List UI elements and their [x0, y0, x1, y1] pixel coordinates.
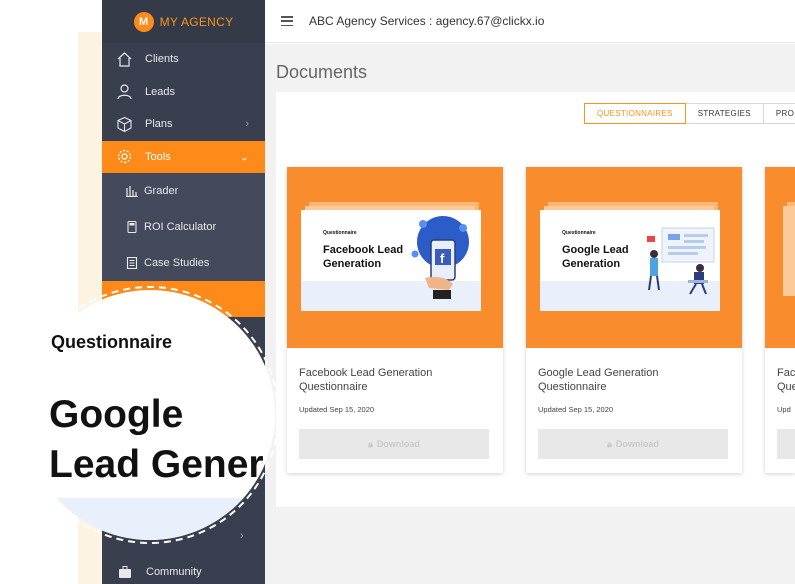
brand-name-suffix: AGENCY	[180, 14, 234, 29]
thumbnail-document: Questionnaire Google Lead Generation	[540, 210, 720, 311]
sidebar-item-label: Community	[146, 566, 202, 578]
download-label: Download	[615, 439, 659, 449]
brand-logo-icon: M	[133, 11, 154, 32]
brand-name: MY AGENCY	[160, 15, 234, 29]
card-title: Facebook Lead Generation Questionnaire	[299, 367, 433, 393]
sidebar-subitem-roi-calculator[interactable]: ROI Calculator	[102, 209, 265, 245]
tab-questionnaires[interactable]: QUESTIONNAIRES	[584, 103, 686, 124]
card-title: Google Lead Generation Questionnaire	[538, 367, 659, 393]
facebook-phone-icon: f	[411, 216, 469, 299]
card-updated-date: Upd	[777, 405, 791, 414]
thumbnail-kicker: Questionnaire	[323, 230, 357, 236]
brand-name-prefix: MY	[159, 14, 178, 29]
card-updated-date: Updated Sep 15, 2020	[538, 405, 614, 414]
card-title: Fac Que	[777, 367, 795, 393]
documents-panel: QUESTIONNAIRES STRATEGIES PRO Questionna…	[276, 92, 795, 507]
document-card[interactable]: Fac Que Upd	[765, 167, 795, 473]
sidebar-subitem-grader[interactable]: Grader	[102, 173, 265, 209]
document-tabs: QUESTIONNAIRES STRATEGIES PRO	[584, 103, 795, 124]
sidebar-item-community[interactable]: Community	[102, 560, 265, 584]
main-content: Documents QUESTIONNAIRES STRATEGIES PRO …	[265, 44, 795, 584]
download-button[interactable]: 🔒︎ Download	[299, 429, 489, 459]
sidebar-item-label: Plans	[145, 118, 173, 131]
briefcase-icon	[118, 565, 132, 579]
thumbnail-document: Questionnaire Facebook Lead Generation f	[301, 210, 481, 311]
bar-chart-icon	[126, 185, 138, 197]
gear-icon	[116, 148, 133, 165]
user-icon	[116, 83, 133, 100]
sidebar-item-label: Leads	[145, 85, 175, 98]
sidebar-subitem-label: Grader	[144, 185, 179, 197]
brand[interactable]: M MY AGENCY	[102, 0, 265, 43]
sidebar-item-plans[interactable]: Plans ›	[102, 108, 265, 141]
magnifier-overlay: Questionnaire Google Lead Gener	[0, 260, 300, 560]
sidebar-subitem-label: ROI Calculator	[144, 221, 217, 233]
calculator-icon	[126, 221, 138, 233]
svg-text:f: f	[440, 251, 445, 266]
card-thumbnail: Questionnaire Facebook Lead Generation f	[287, 167, 503, 348]
card-updated-date: Updated Sep 15, 2020	[299, 405, 375, 414]
tab-strategies[interactable]: STRATEGIES	[684, 103, 764, 124]
magnifier-dashed-ring	[21, 286, 279, 544]
document-card[interactable]: Questionnaire Facebook Lead Generation f	[287, 167, 503, 473]
card-thumbnail	[765, 167, 795, 348]
sidebar-item-tools[interactable]: Tools ⌄	[102, 140, 265, 173]
analytics-people-icon	[647, 227, 715, 295]
page-title: Documents	[276, 62, 368, 82]
sidebar-item-clients[interactable]: Clients	[102, 43, 265, 76]
account-title: ABC Agency Services : agency.67@clickx.i…	[309, 14, 545, 28]
chevron-right-icon: ›	[245, 118, 249, 131]
tab-pro[interactable]: PRO	[762, 103, 795, 124]
sidebar-item-leads[interactable]: Leads	[102, 76, 265, 109]
hamburger-menu-icon[interactable]	[281, 16, 293, 26]
sidebar-item-label: Clients	[145, 53, 179, 66]
thumbnail-kicker: Questionnaire	[562, 230, 596, 236]
download-button[interactable]	[777, 429, 795, 459]
chevron-down-icon: ⌄	[239, 151, 249, 164]
lock-icon: 🔒︎	[607, 438, 612, 449]
card-thumbnail: Questionnaire Google Lead Generation	[526, 167, 742, 348]
sidebar-item-label: Tools	[145, 150, 171, 163]
lock-icon: 🔒︎	[368, 438, 373, 449]
download-label: Download	[376, 439, 420, 449]
topbar: ABC Agency Services : agency.67@clickx.i…	[265, 0, 795, 43]
download-button[interactable]: 🔒︎ Download	[538, 429, 728, 459]
box-icon	[116, 116, 133, 133]
home-icon	[116, 51, 133, 68]
document-card[interactable]: Questionnaire Google Lead Generation Goo…	[526, 167, 742, 473]
